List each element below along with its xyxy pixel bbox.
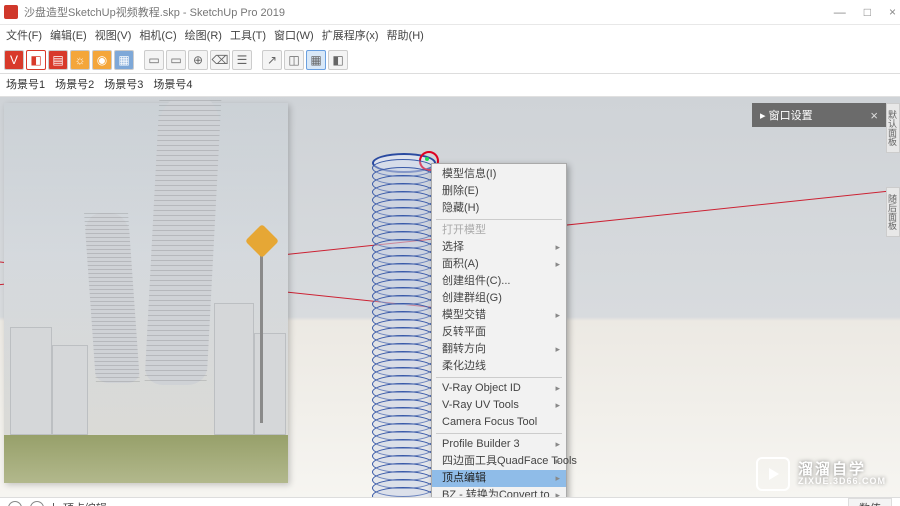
window-controls: — □ × — [834, 5, 896, 19]
watermark-text: 溜溜自学 — [798, 462, 886, 477]
tool-face-icon[interactable]: ◫ — [284, 50, 304, 70]
tool-addlayer-icon[interactable]: ⊕ — [188, 50, 208, 70]
app-icon — [4, 5, 18, 19]
tool-vray-light-icon[interactable]: ◉ — [92, 50, 112, 70]
context-menu-item[interactable]: 反转平面 — [432, 324, 566, 341]
menu-window[interactable]: 窗口(W) — [274, 27, 314, 45]
status-geo-icon[interactable] — [30, 501, 44, 506]
watermark-url: ZIXUE.3D66.COM — [798, 477, 886, 486]
play-icon — [756, 457, 790, 491]
context-menu-item[interactable]: 隐藏(H) — [432, 200, 566, 217]
context-menu-item[interactable]: 四边面工具QuadFace Tools — [432, 453, 566, 470]
menu-bar: 文件(F) 编辑(E) 视图(V) 相机(C) 绘图(R) 工具(T) 窗口(W… — [0, 25, 900, 47]
status-message: 顶点编辑 — [63, 500, 107, 506]
context-menu: 模型信息(I)删除(E)隐藏(H) 打开模型选择面积(A)创建组件(C)...创建… — [431, 163, 567, 497]
context-menu-item[interactable]: 选择 — [432, 239, 566, 256]
toolbar: V ◧ ▤ ☼ ◉ ▦ ▭ ▭ ⊕ ⌫ ☰ ↗ ◫ ▦ ◧ — [0, 47, 900, 74]
tool-vray-asset-icon[interactable]: ◧ — [26, 50, 46, 70]
context-menu-item: 打开模型 — [432, 222, 566, 239]
menu-edit[interactable]: 编辑(E) — [50, 27, 87, 45]
menu-camera[interactable]: 相机(C) — [139, 27, 176, 45]
context-menu-item[interactable]: 顶点编辑 — [432, 470, 566, 487]
panel-close-icon[interactable]: × — [870, 108, 878, 123]
tool-hidden-icon[interactable]: ▦ — [306, 50, 326, 70]
context-menu-item[interactable]: 创建组件(C)... — [432, 273, 566, 290]
tool-edge-icon[interactable]: ↗ — [262, 50, 282, 70]
context-menu-item[interactable]: Profile Builder 3 — [432, 436, 566, 453]
tool-vray-render-icon[interactable]: ▤ — [48, 50, 68, 70]
menu-draw[interactable]: 绘图(R) — [185, 27, 222, 45]
cylinder-model[interactable] — [372, 153, 432, 493]
tool-vray-sun-icon[interactable]: ☼ — [70, 50, 90, 70]
scene-tab-1[interactable]: 场景号1 — [6, 76, 45, 94]
context-menu-item[interactable]: Camera Focus Tool — [432, 414, 566, 431]
scene-tab-4[interactable]: 场景号4 — [153, 76, 192, 94]
menu-help[interactable]: 帮助(H) — [387, 27, 424, 45]
tray-tab-1[interactable]: 默认面板 — [886, 103, 900, 153]
context-menu-item[interactable]: 删除(E) — [432, 183, 566, 200]
status-help-icon[interactable] — [8, 501, 22, 506]
menu-view[interactable]: 视图(V) — [95, 27, 132, 45]
panel-title: 窗口设置 — [769, 107, 813, 123]
scene-tabs: 场景号1 场景号2 场景号3 场景号4 — [0, 74, 900, 97]
context-menu-item[interactable]: V-Ray UV Tools — [432, 397, 566, 414]
tool-manage-icon[interactable]: ☰ — [232, 50, 252, 70]
context-menu-item[interactable]: 柔化边线 — [432, 358, 566, 375]
scene-tab-3[interactable]: 场景号3 — [104, 76, 143, 94]
tool-vray-logo-icon[interactable]: V — [4, 50, 24, 70]
menu-tools[interactable]: 工具(T) — [230, 27, 266, 45]
status-bar: | 顶点编辑 数值 — [0, 497, 900, 506]
traffic-sign-icon — [245, 224, 279, 258]
tool-layer-icon[interactable]: ▭ — [144, 50, 164, 70]
context-menu-item[interactable]: 翻转方向 — [432, 341, 566, 358]
scene-tab-2[interactable]: 场景号2 — [55, 76, 94, 94]
chevron-icon: ▸ — [760, 109, 769, 122]
menu-extensions[interactable]: 扩展程序(x) — [322, 27, 379, 45]
panel-window-settings[interactable]: ▸ 窗口设置 × — [752, 103, 886, 127]
context-menu-item[interactable]: 模型信息(I) — [432, 166, 566, 183]
window-title: 沙盘造型SketchUp视频教程.skp - SketchUp Pro 2019 — [24, 4, 834, 20]
tool-purge-icon[interactable]: ⌫ — [210, 50, 230, 70]
context-menu-item[interactable]: BZ - 转换为Convert to — [432, 487, 566, 497]
watermark: 溜溜自学 ZIXUE.3D66.COM — [756, 457, 886, 491]
minimize-button[interactable]: — — [834, 5, 846, 19]
title-bar: 沙盘造型SketchUp视频教程.skp - SketchUp Pro 2019… — [0, 0, 900, 25]
close-button[interactable]: × — [889, 5, 896, 19]
context-menu-item[interactable]: 模型交错 — [432, 307, 566, 324]
tool-vray-viewport-icon[interactable]: ▦ — [114, 50, 134, 70]
context-menu-item[interactable]: 创建群组(G) — [432, 290, 566, 307]
menu-file[interactable]: 文件(F) — [6, 27, 42, 45]
measurement-box[interactable]: 数值 — [848, 498, 892, 506]
reference-image[interactable] — [4, 103, 288, 483]
tool-section-icon[interactable]: ◧ — [328, 50, 348, 70]
context-menu-item[interactable]: V-Ray Object ID — [432, 380, 566, 397]
tool-newlayer-icon[interactable]: ▭ — [166, 50, 186, 70]
viewport[interactable]: ↖ 模型信息(I)删除(E)隐藏(H)打开模型选择面积(A)创建组件(C)...… — [0, 97, 900, 497]
maximize-button[interactable]: □ — [864, 5, 871, 19]
context-menu-item[interactable]: 面积(A) — [432, 256, 566, 273]
tray-tab-2[interactable]: 随后面板 — [886, 187, 900, 237]
